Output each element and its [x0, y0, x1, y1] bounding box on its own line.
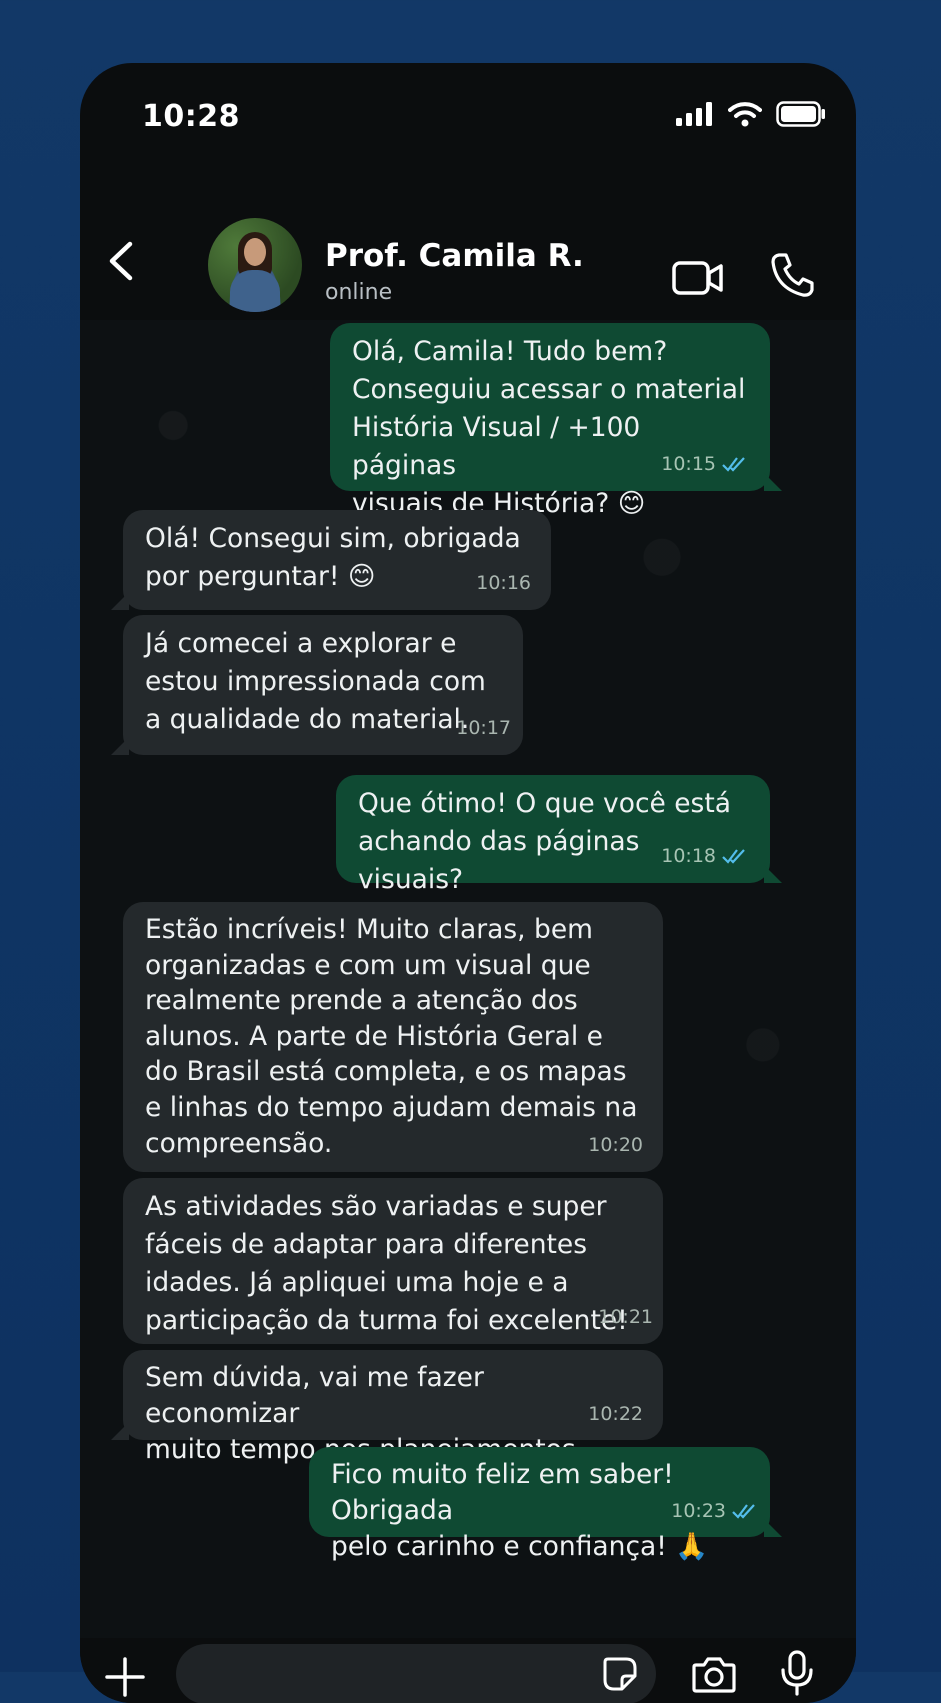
microphone-icon[interactable] — [780, 1650, 814, 1696]
message-incoming[interactable]: Sem dúvida, vai me fazer economizar muit… — [111, 1350, 663, 1465]
read-ticks-icon — [722, 849, 745, 864]
message-meta: 10:20 — [588, 1128, 643, 1164]
message-incoming[interactable]: Já comecei a explorar e estou impression… — [111, 615, 523, 755]
message-text: Estão incríveis! Muito claras, bem organ… — [145, 914, 638, 1159]
message-input[interactable] — [176, 1644, 656, 1703]
signal-icon — [676, 102, 712, 126]
message-list[interactable]: Olá, Camila! Tudo bem? Conseguiu acessar… — [80, 320, 856, 1638]
read-ticks-icon — [722, 457, 745, 472]
message-time: 10:17 — [456, 717, 511, 739]
plus-icon[interactable] — [104, 1656, 146, 1698]
message-time: 10:15 — [661, 453, 716, 475]
phone-frame: 10:28 Prof. Camila R. online Olá, Camila… — [80, 63, 856, 1703]
message-text: Olá, Camila! Tudo bem? Conseguiu acessar… — [352, 336, 746, 519]
message-time: 10:23 — [671, 1500, 726, 1522]
message-time: 10:18 — [661, 845, 716, 867]
message-meta: 10:22 — [588, 1396, 643, 1432]
voice-call-icon[interactable] — [770, 252, 814, 298]
back-icon[interactable] — [102, 236, 142, 286]
message-incoming[interactable]: Estão incríveis! Muito claras, bem organ… — [123, 902, 663, 1172]
status-time: 10:28 — [142, 99, 240, 134]
wifi-icon — [728, 102, 762, 127]
message-meta: 10:17 — [456, 709, 511, 747]
composer-bar — [80, 1638, 856, 1703]
camera-icon[interactable] — [692, 1654, 736, 1694]
message-time: 10:21 — [598, 1306, 653, 1328]
message-time: 10:16 — [476, 572, 531, 594]
message-meta: 10:23 — [671, 1493, 760, 1529]
contact-presence: online — [325, 280, 393, 305]
message-incoming[interactable]: As atividades são variadas e super fácei… — [123, 1178, 663, 1344]
message-incoming[interactable]: Olá! Consegui sim, obrigada por pergunta… — [111, 510, 551, 610]
message-meta: 10:21 — [598, 1298, 653, 1336]
message-outgoing[interactable]: Que ótimo! O que você está achando das p… — [336, 775, 782, 895]
chat-header: Prof. Camila R. online — [80, 158, 856, 318]
avatar[interactable] — [208, 218, 302, 312]
message-time: 10:22 — [588, 1403, 643, 1425]
video-call-icon[interactable] — [672, 258, 724, 298]
status-icons — [676, 101, 826, 127]
message-outgoing[interactable]: Olá, Camila! Tudo bem? Conseguiu acessar… — [330, 323, 782, 519]
contact-name[interactable]: Prof. Camila R. — [325, 238, 584, 274]
message-meta: 10:15 — [661, 445, 750, 483]
message-time: 10:20 — [588, 1134, 643, 1157]
message-text: As atividades são variadas e super fácei… — [145, 1191, 628, 1336]
read-ticks-icon — [732, 1504, 755, 1519]
status-bar: 10:28 — [80, 63, 856, 173]
message-meta: 10:18 — [661, 837, 750, 875]
sticker-icon[interactable] — [602, 1656, 638, 1692]
battery-icon — [776, 101, 825, 127]
message-text: Já comecei a explorar e estou impression… — [145, 628, 486, 735]
message-meta: 10:16 — [476, 564, 531, 602]
message-text: Olá! Consegui sim, obrigada por pergunta… — [145, 523, 521, 592]
message-outgoing[interactable]: Fico muito feliz em saber! Obrigada pelo… — [309, 1447, 782, 1562]
